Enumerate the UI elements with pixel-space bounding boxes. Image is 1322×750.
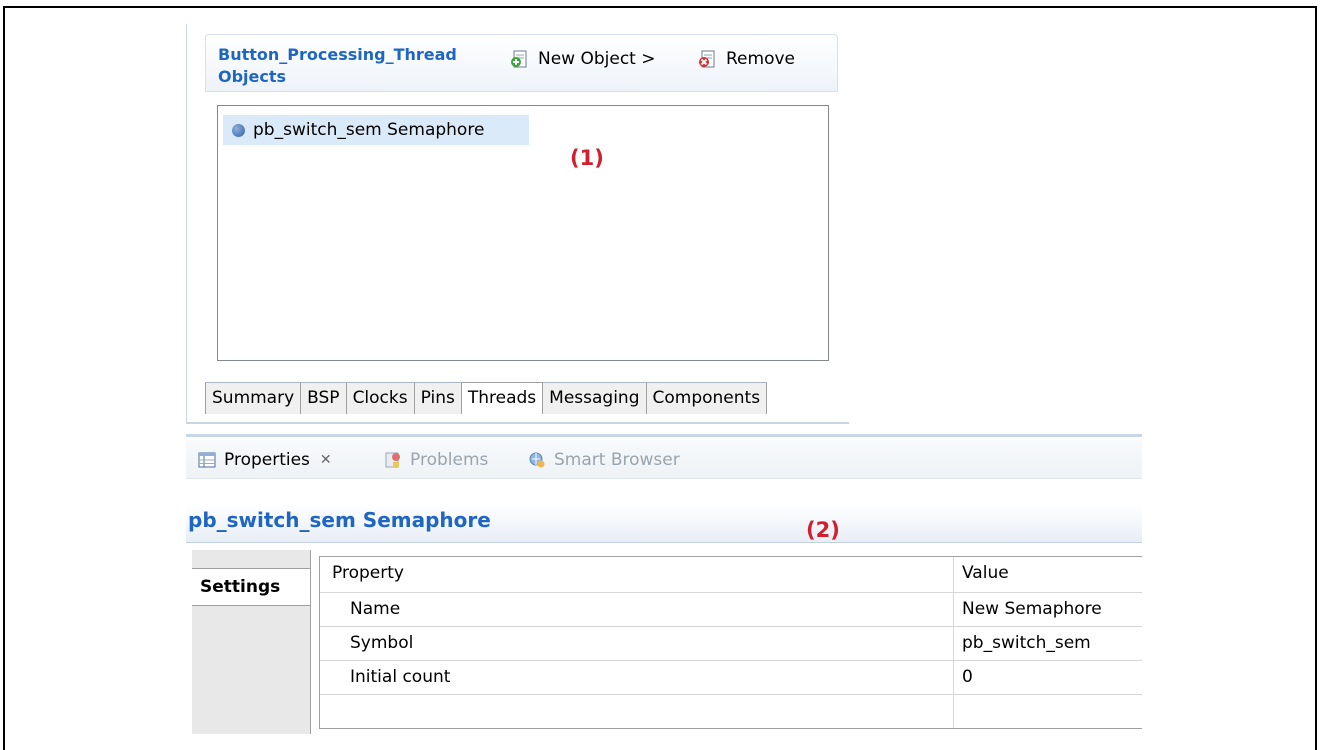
side-tab-settings[interactable]: Settings: [192, 568, 310, 606]
column-header-property: Property: [320, 557, 954, 592]
close-icon[interactable]: ✕: [320, 452, 332, 468]
list-item-label: pb_switch_sem Semaphore: [253, 120, 485, 140]
properties-top-border: [186, 434, 1142, 437]
callout-marker-2: (2): [806, 518, 840, 542]
new-object-icon: [510, 49, 530, 69]
problems-icon: [384, 451, 402, 469]
property-value[interactable]: 0: [954, 661, 1142, 694]
remove-button[interactable]: Remove: [698, 47, 795, 71]
thread-objects-panel: Button_Processing_Thread Objects New Obj…: [186, 24, 849, 424]
panel-divider: [187, 422, 849, 424]
new-object-button[interactable]: New Object >: [510, 47, 656, 71]
tab-smart-browser-label: Smart Browser: [554, 450, 680, 470]
view-tab-bar: Properties ✕ Problems Smart Browser: [186, 440, 1142, 479]
tab-components[interactable]: Components: [646, 383, 768, 414]
empty-cell: [320, 695, 954, 728]
objects-header: Button_Processing_Thread Objects New Obj…: [205, 34, 838, 92]
property-table: Property Value Name New Semaphore Symbol…: [319, 556, 1142, 729]
callout-marker-1: (1): [570, 146, 604, 170]
empty-cell: [954, 695, 1142, 728]
smart-browser-icon: [528, 451, 546, 469]
new-object-label: New Object >: [538, 49, 656, 69]
objects-list[interactable]: pb_switch_sem Semaphore: [217, 105, 829, 361]
list-item[interactable]: pb_switch_sem Semaphore: [223, 115, 529, 145]
tab-pins[interactable]: Pins: [414, 383, 462, 414]
tab-bsp[interactable]: BSP: [301, 383, 347, 414]
properties-side-tabs: Settings: [192, 550, 311, 734]
remove-label: Remove: [726, 49, 795, 69]
tab-summary[interactable]: Summary: [205, 383, 302, 414]
property-name: Initial count: [320, 661, 954, 694]
tab-messaging[interactable]: Messaging: [543, 383, 647, 414]
property-value[interactable]: New Semaphore: [954, 593, 1142, 626]
tab-problems-label: Problems: [410, 450, 489, 470]
tab-properties[interactable]: Properties ✕: [198, 449, 332, 471]
tab-smart-browser[interactable]: Smart Browser: [528, 449, 680, 471]
properties-panel: Properties ✕ Problems Smart Browser pb_s…: [186, 434, 1142, 734]
remove-icon: [698, 49, 718, 69]
table-header-row: Property Value: [320, 557, 1142, 593]
table-row[interactable]: Name New Semaphore: [320, 593, 1142, 627]
objects-panel-title: Button_Processing_Thread Objects: [218, 45, 457, 86]
tab-properties-label: Properties: [224, 450, 310, 470]
column-header-value: Value: [962, 563, 1009, 583]
property-name: Name: [320, 593, 954, 626]
properties-title: pb_switch_sem Semaphore: [188, 508, 491, 532]
tab-threads[interactable]: Threads: [461, 382, 544, 414]
property-value[interactable]: pb_switch_sem: [954, 627, 1142, 660]
table-row-empty: [320, 695, 1142, 728]
properties-icon: [198, 451, 216, 469]
tab-clocks[interactable]: Clocks: [346, 383, 415, 414]
editor-tabs: Summary BSP Clocks Pins Threads Messagin…: [205, 382, 768, 414]
tab-problems[interactable]: Problems: [384, 449, 488, 471]
properties-title-bar: pb_switch_sem Semaphore: [186, 504, 1142, 543]
table-row[interactable]: Initial count 0: [320, 661, 1142, 695]
property-name: Symbol: [320, 627, 954, 660]
object-bullet-icon: [232, 123, 245, 137]
table-row[interactable]: Symbol pb_switch_sem: [320, 627, 1142, 661]
